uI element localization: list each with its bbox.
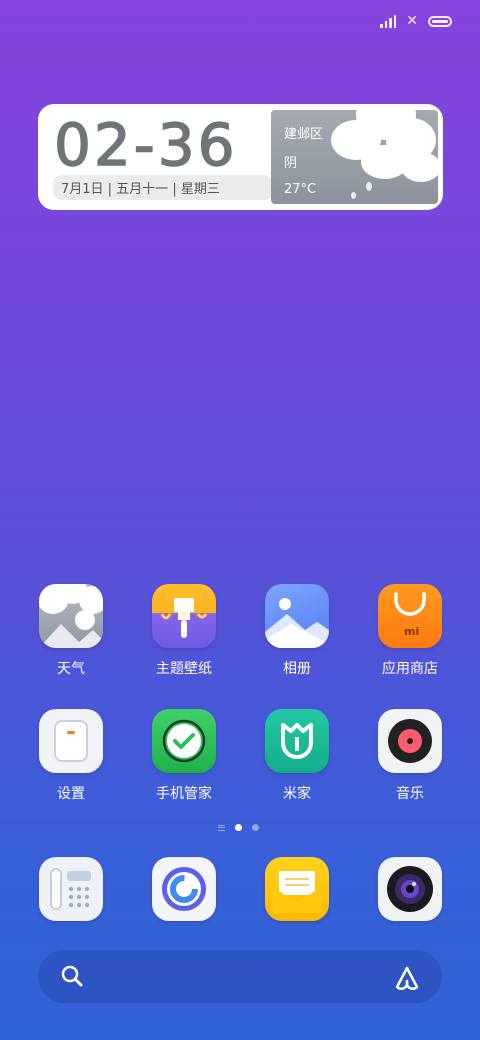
clock-weather-widget[interactable]: 02-36 7月1日 | 五月十一 | 星期三 建邺区 阴 27°C xyxy=(38,104,443,210)
themes-icon xyxy=(152,584,216,648)
app-label: 相册 xyxy=(283,661,311,677)
security-icon xyxy=(152,709,216,773)
page-dot[interactable] xyxy=(252,824,259,831)
browser-icon xyxy=(152,857,216,921)
app-label: 米家 xyxy=(283,786,311,802)
dock-camera[interactable] xyxy=(360,857,460,921)
page-dot-active[interactable] xyxy=(235,824,242,831)
app-store-icon: mi xyxy=(378,584,442,648)
camera-icon xyxy=(378,857,442,921)
phone-icon xyxy=(39,857,103,921)
app-label: 应用商店 xyxy=(382,661,438,677)
app-music[interactable]: 音乐 xyxy=(360,709,460,803)
app-store[interactable]: mi 应用商店 xyxy=(360,584,460,678)
app-label: 天气 xyxy=(57,661,85,677)
gallery-icon xyxy=(265,584,329,648)
app-label: 音乐 xyxy=(396,786,424,802)
app-label: 手机管家 xyxy=(156,786,212,802)
messages-icon xyxy=(265,857,329,921)
x-icon: ✕ xyxy=(406,13,418,29)
menu-lines-icon xyxy=(218,824,225,831)
assistant-icon[interactable] xyxy=(392,963,422,991)
mijia-icon xyxy=(265,709,329,773)
weather-icon xyxy=(39,584,103,648)
dock-messages[interactable] xyxy=(247,857,347,921)
app-themes[interactable]: 主题壁纸 xyxy=(134,584,234,678)
dock-phone[interactable] xyxy=(21,857,121,921)
weather-location: 建邺区 xyxy=(284,127,324,142)
app-gallery[interactable]: 相册 xyxy=(247,584,347,678)
app-label: 主题壁纸 xyxy=(156,661,212,677)
svg-text:mi: mi xyxy=(404,625,419,638)
app-weather[interactable]: 天气 xyxy=(21,584,121,678)
battery-icon xyxy=(428,15,452,27)
date-line: 7月1日 | 五月十一 | 星期三 xyxy=(53,175,273,200)
weather-card[interactable]: 建邺区 阴 27°C xyxy=(271,110,438,204)
app-label: 设置 xyxy=(57,786,85,802)
app-settings[interactable]: 设置 xyxy=(21,709,121,803)
music-icon xyxy=(378,709,442,773)
search-icon xyxy=(61,965,83,987)
clock-time[interactable]: 02-36 xyxy=(53,110,238,180)
weather-temperature: 27°C xyxy=(284,182,317,197)
page-indicator[interactable] xyxy=(218,824,259,831)
app-mijia[interactable]: 米家 xyxy=(247,709,347,803)
status-bar: ✕ xyxy=(380,10,452,32)
settings-icon xyxy=(39,709,103,773)
search-bar[interactable] xyxy=(38,950,442,1003)
weather-condition: 阴 xyxy=(284,156,298,171)
dock-browser[interactable] xyxy=(134,857,234,921)
app-security[interactable]: 手机管家 xyxy=(134,709,234,803)
signal-bars-icon xyxy=(380,14,397,28)
